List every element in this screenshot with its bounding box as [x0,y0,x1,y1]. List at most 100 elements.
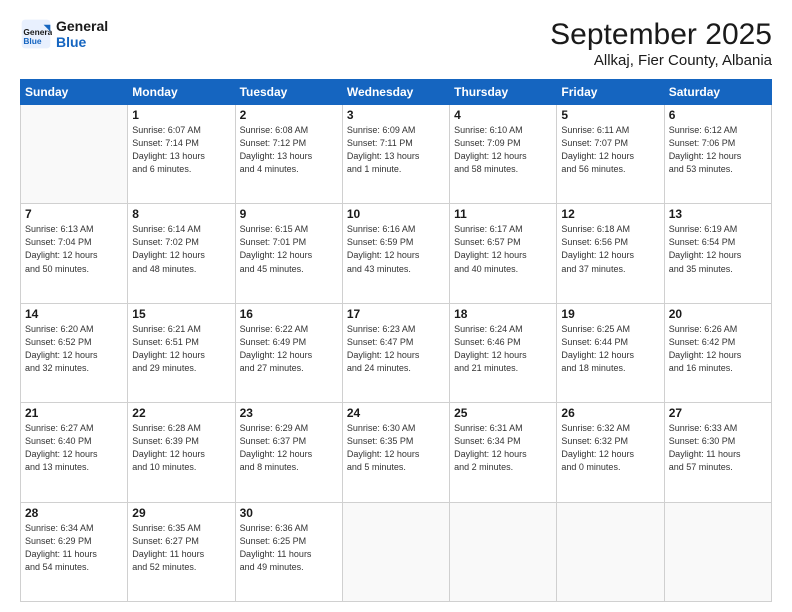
day-number: 13 [669,207,767,221]
calendar-cell: 2 Sunrise: 6:08 AM Sunset: 7:12 PM Daylig… [235,105,342,204]
day-number: 5 [561,108,659,122]
day-number: 2 [240,108,338,122]
calendar-cell: 16Sunrise: 6:22 AM Sunset: 6:49 PM Dayli… [235,303,342,402]
day-detail: Sunrise: 6:21 AM Sunset: 6:51 PM Dayligh… [132,323,230,375]
calendar-week-row: 21 Sunrise: 6:27 AM Sunset: 6:40 PM Dayli… [21,403,772,502]
title-block: September 2025 Allkaj, Fier County, Alba… [550,18,772,69]
day-number: 29 [132,506,230,520]
day-detail: Sunrise: 6:30 AM Sunset: 6:35 PM Dayligh… [347,422,445,474]
day-detail: Sunrise: 6:17 AM Sunset: 6:57 PM Dayligh… [454,223,552,275]
calendar-cell: 28Sunrise: 6:34 AM Sunset: 6:29 PM Dayli… [21,502,128,601]
day-detail: Sunrise: 6:19 AM Sunset: 6:54 PM Dayligh… [669,223,767,275]
day-detail: Sunrise: 6:32 AM Sunset: 6:32 PM Dayligh… [561,422,659,474]
calendar-cell: 30 Sunrise: 6:36 AM Sunset: 6:25 PM Dayli… [235,502,342,601]
calendar-cell: 23 Sunrise: 6:29 AM Sunset: 6:37 PM Dayli… [235,403,342,502]
month-title: September 2025 [550,18,772,52]
header: General Blue General Blue September 2025… [20,18,772,69]
day-number: 21 [25,406,123,420]
calendar-cell: 12 Sunrise: 6:18 AM Sunset: 6:56 PM Dayli… [557,204,664,303]
day-number: 22 [132,406,230,420]
day-number: 3 [347,108,445,122]
day-detail: Sunrise: 6:35 AM Sunset: 6:27 PM Dayligh… [132,522,230,574]
day-number: 8 [132,207,230,221]
calendar-cell [21,105,128,204]
weekday-header: Wednesday [342,80,449,105]
day-number: 1 [132,108,230,122]
day-number: 7 [25,207,123,221]
calendar-cell: 14 Sunrise: 6:20 AM Sunset: 6:52 PM Dayli… [21,303,128,402]
calendar-table: SundayMondayTuesdayWednesdayThursdayFrid… [20,79,772,602]
weekday-header: Tuesday [235,80,342,105]
day-detail: Sunrise: 6:12 AM Sunset: 7:06 PM Dayligh… [669,124,767,176]
day-number: 30 [240,506,338,520]
calendar-cell: 22Sunrise: 6:28 AM Sunset: 6:39 PM Dayli… [128,403,235,502]
day-detail: Sunrise: 6:36 AM Sunset: 6:25 PM Dayligh… [240,522,338,574]
day-detail: Sunrise: 6:23 AM Sunset: 6:47 PM Dayligh… [347,323,445,375]
day-number: 9 [240,207,338,221]
day-number: 10 [347,207,445,221]
day-detail: Sunrise: 6:27 AM Sunset: 6:40 PM Dayligh… [25,422,123,474]
calendar-cell: 7Sunrise: 6:13 AM Sunset: 7:04 PM Daylig… [21,204,128,303]
day-number: 27 [669,406,767,420]
calendar-cell: 26 Sunrise: 6:32 AM Sunset: 6:32 PM Dayli… [557,403,664,502]
day-number: 12 [561,207,659,221]
day-number: 18 [454,307,552,321]
weekday-header: Thursday [450,80,557,105]
calendar-week-row: 1 Sunrise: 6:07 AM Sunset: 7:14 PM Daylig… [21,105,772,204]
day-number: 25 [454,406,552,420]
day-number: 6 [669,108,767,122]
day-detail: Sunrise: 6:29 AM Sunset: 6:37 PM Dayligh… [240,422,338,474]
weekday-header: Friday [557,80,664,105]
calendar-cell: 21 Sunrise: 6:27 AM Sunset: 6:40 PM Dayli… [21,403,128,502]
calendar-cell: 17Sunrise: 6:23 AM Sunset: 6:47 PM Dayli… [342,303,449,402]
weekday-header: Monday [128,80,235,105]
day-detail: Sunrise: 6:18 AM Sunset: 6:56 PM Dayligh… [561,223,659,275]
calendar-cell: 6 Sunrise: 6:12 AM Sunset: 7:06 PM Daylig… [664,105,771,204]
day-number: 26 [561,406,659,420]
day-detail: Sunrise: 6:16 AM Sunset: 6:59 PM Dayligh… [347,223,445,275]
day-detail: Sunrise: 6:11 AM Sunset: 7:07 PM Dayligh… [561,124,659,176]
calendar-cell: 3Sunrise: 6:09 AM Sunset: 7:11 PM Daylig… [342,105,449,204]
calendar-cell: 15Sunrise: 6:21 AM Sunset: 6:51 PM Dayli… [128,303,235,402]
day-number: 20 [669,307,767,321]
calendar-cell: 20Sunrise: 6:26 AM Sunset: 6:42 PM Dayli… [664,303,771,402]
calendar-cell: 9Sunrise: 6:15 AM Sunset: 7:01 PM Daylig… [235,204,342,303]
day-detail: Sunrise: 6:20 AM Sunset: 6:52 PM Dayligh… [25,323,123,375]
calendar-cell: 13 Sunrise: 6:19 AM Sunset: 6:54 PM Dayli… [664,204,771,303]
calendar-cell [664,502,771,601]
day-number: 24 [347,406,445,420]
day-detail: Sunrise: 6:31 AM Sunset: 6:34 PM Dayligh… [454,422,552,474]
day-detail: Sunrise: 6:08 AM Sunset: 7:12 PM Dayligh… [240,124,338,176]
day-number: 19 [561,307,659,321]
day-detail: Sunrise: 6:25 AM Sunset: 6:44 PM Dayligh… [561,323,659,375]
calendar-cell: 10 Sunrise: 6:16 AM Sunset: 6:59 PM Dayli… [342,204,449,303]
calendar-cell: 29 Sunrise: 6:35 AM Sunset: 6:27 PM Dayli… [128,502,235,601]
calendar-cell: 8 Sunrise: 6:14 AM Sunset: 7:02 PM Daylig… [128,204,235,303]
day-detail: Sunrise: 6:22 AM Sunset: 6:49 PM Dayligh… [240,323,338,375]
calendar-cell: 5 Sunrise: 6:11 AM Sunset: 7:07 PM Daylig… [557,105,664,204]
calendar-week-row: 14 Sunrise: 6:20 AM Sunset: 6:52 PM Dayli… [21,303,772,402]
calendar-cell: 19 Sunrise: 6:25 AM Sunset: 6:44 PM Dayli… [557,303,664,402]
day-detail: Sunrise: 6:07 AM Sunset: 7:14 PM Dayligh… [132,124,230,176]
calendar-cell: 18 Sunrise: 6:24 AM Sunset: 6:46 PM Dayli… [450,303,557,402]
day-number: 11 [454,207,552,221]
page: General Blue General Blue September 2025… [0,0,792,612]
day-number: 23 [240,406,338,420]
day-detail: Sunrise: 6:10 AM Sunset: 7:09 PM Dayligh… [454,124,552,176]
calendar-week-row: 28Sunrise: 6:34 AM Sunset: 6:29 PM Dayli… [21,502,772,601]
day-number: 14 [25,307,123,321]
logo-text: General Blue [56,18,108,50]
calendar-cell: 1 Sunrise: 6:07 AM Sunset: 7:14 PM Daylig… [128,105,235,204]
calendar-cell [450,502,557,601]
day-detail: Sunrise: 6:33 AM Sunset: 6:30 PM Dayligh… [669,422,767,474]
day-number: 4 [454,108,552,122]
day-detail: Sunrise: 6:24 AM Sunset: 6:46 PM Dayligh… [454,323,552,375]
day-number: 28 [25,506,123,520]
calendar-cell: 11 Sunrise: 6:17 AM Sunset: 6:57 PM Dayli… [450,204,557,303]
logo-icon: General Blue [20,18,52,50]
day-detail: Sunrise: 6:14 AM Sunset: 7:02 PM Dayligh… [132,223,230,275]
calendar-header-row: SundayMondayTuesdayWednesdayThursdayFrid… [21,80,772,105]
svg-text:Blue: Blue [23,36,42,46]
calendar-week-row: 7Sunrise: 6:13 AM Sunset: 7:04 PM Daylig… [21,204,772,303]
calendar-cell [342,502,449,601]
